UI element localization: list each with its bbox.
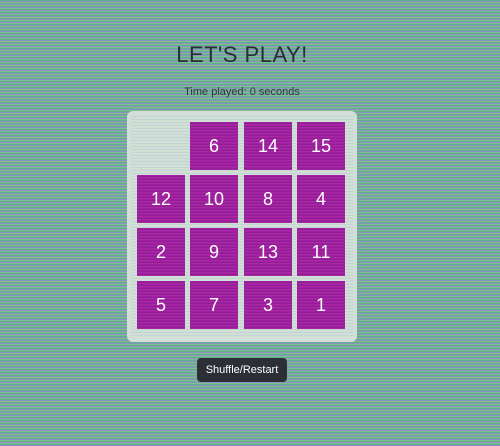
puzzle-tile[interactable]: 5	[137, 281, 185, 329]
puzzle-tile[interactable]: 15	[297, 122, 345, 170]
shuffle-restart-button[interactable]: Shuffle/Restart	[197, 358, 287, 382]
puzzle-tile[interactable]: 10	[190, 175, 238, 223]
puzzle-tile[interactable]: 7	[190, 281, 238, 329]
time-played-text: Time played: 0 seconds	[184, 86, 300, 98]
puzzle-board: 6 14 15 12 10 8 4 2 9 13 11 5 7 3 1	[127, 111, 357, 342]
puzzle-tile[interactable]: 13	[244, 228, 292, 276]
puzzle-tile[interactable]: 11	[297, 228, 345, 276]
puzzle-tile[interactable]: 9	[190, 228, 238, 276]
puzzle-tile[interactable]: 8	[244, 175, 292, 223]
page-title: LET'S PLAY!	[176, 42, 308, 67]
puzzle-tile[interactable]: 1	[297, 281, 345, 329]
puzzle-tile[interactable]: 12	[137, 175, 185, 223]
puzzle-tile[interactable]: 2	[137, 228, 185, 276]
puzzle-tile[interactable]: 14	[244, 122, 292, 170]
puzzle-tile[interactable]: 3	[244, 281, 292, 329]
puzzle-tile[interactable]: 6	[190, 122, 238, 170]
puzzle-tile[interactable]: 4	[297, 175, 345, 223]
empty-slot	[137, 122, 185, 170]
